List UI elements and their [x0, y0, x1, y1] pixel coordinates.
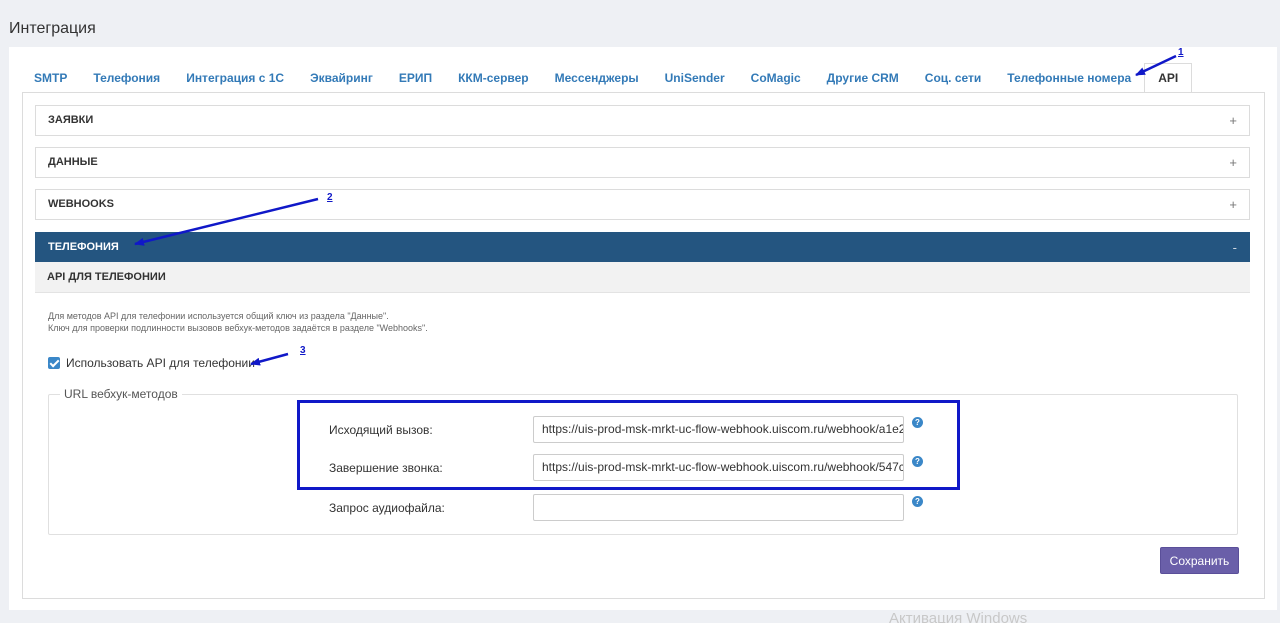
annotation-number-1: 1 [1178, 47, 1184, 58]
arrow-2 [134, 197, 319, 246]
arrow-1 [1135, 54, 1177, 77]
annotation-number-3: 3 [300, 345, 306, 356]
annotation-arrows [134, 54, 1177, 366]
annotation-number-2: 2 [327, 192, 333, 203]
arrow-3 [250, 352, 289, 366]
windows-activation-watermark: Активация Windows [889, 610, 1028, 623]
